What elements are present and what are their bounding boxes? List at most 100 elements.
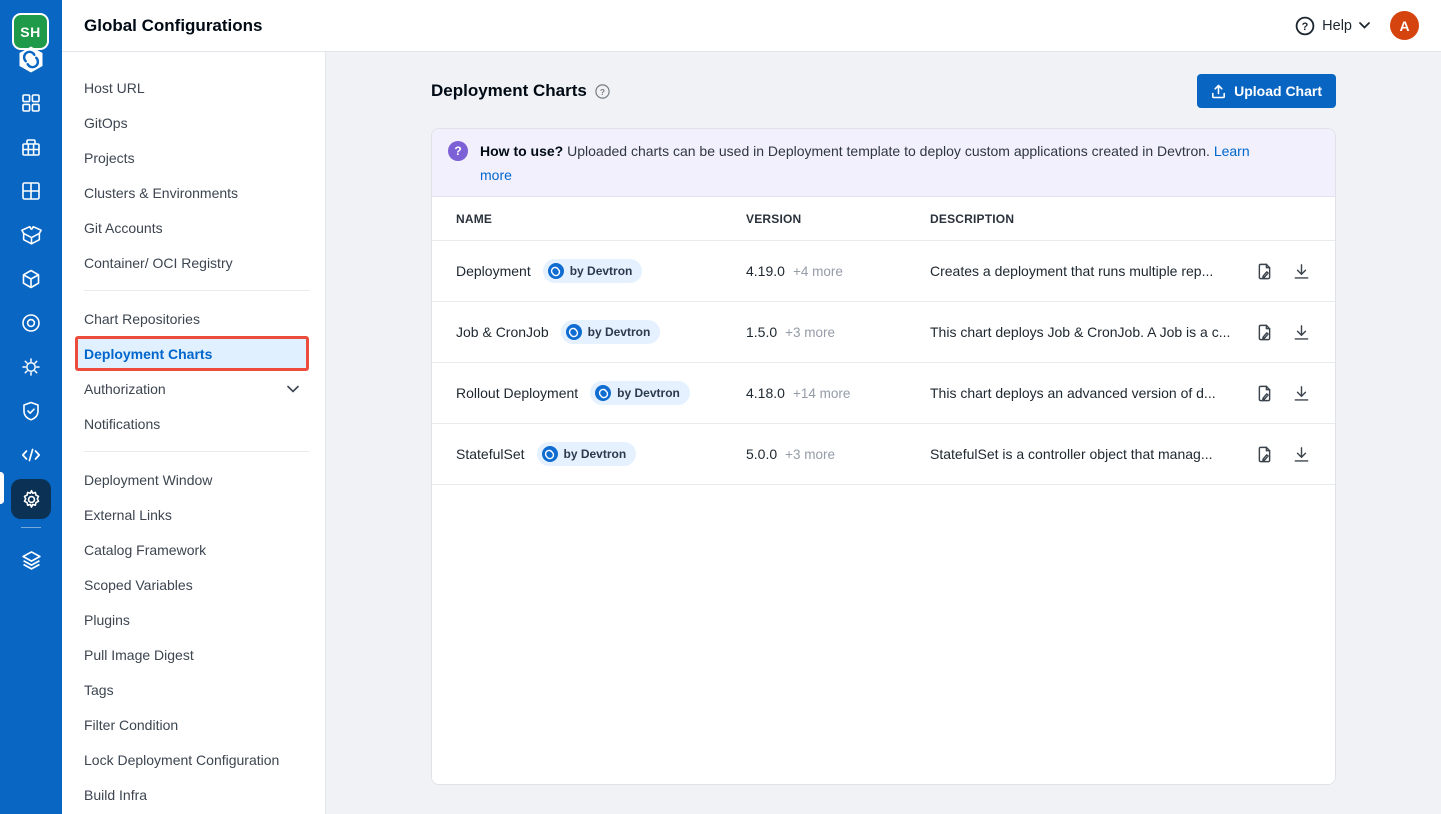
rail-nav	[11, 83, 51, 584]
download-icon[interactable]	[1292, 323, 1311, 342]
app-window: SH Global Configurations ? Help A Host U…	[0, 0, 1441, 814]
global-configurations-icon[interactable]	[11, 479, 51, 519]
sidebar-item-label: Catalog Framework	[84, 541, 207, 558]
devtron-badge-icon	[541, 446, 558, 462]
table-header: NAME VERSION DESCRIPTION	[432, 197, 1335, 241]
chart-version: 1.5.0	[746, 324, 778, 340]
edit-values-icon[interactable]	[1255, 323, 1274, 342]
sidebar-item-container-oci-registry[interactable]: Container/ OCI Registry	[62, 245, 325, 280]
code-icon[interactable]	[11, 435, 51, 475]
sidebar-item-deployment-charts[interactable]: Deployment Charts	[75, 336, 309, 371]
chart-name: StatefulSet	[456, 446, 525, 462]
card-filler	[432, 485, 1335, 784]
org-logo[interactable]: SH	[11, 13, 51, 79]
sidebar-item-projects[interactable]: Projects	[62, 140, 325, 175]
avatar[interactable]: A	[1390, 11, 1419, 40]
bullseye-icon[interactable]	[11, 303, 51, 343]
devtron-logo-icon	[19, 46, 43, 73]
sidebar-item-filter-condition[interactable]: Filter Condition	[62, 707, 325, 742]
devtron-badge-icon	[565, 324, 582, 340]
sidebar-item-pull-image-digest[interactable]: Pull Image Digest	[62, 637, 325, 672]
sidebar-item-scoped-variables[interactable]: Scoped Variables	[62, 567, 325, 602]
sidebar-item-label: Container/ OCI Registry	[84, 254, 233, 271]
resource-browser-icon[interactable]	[11, 259, 51, 299]
banner-bold: How to use?	[480, 143, 564, 159]
col-name: NAME	[456, 211, 493, 226]
sidebar-item-deployment-window[interactable]: Deployment Window	[62, 462, 325, 497]
sidebar-item-label: Projects	[84, 149, 135, 166]
upload-chart-button[interactable]: Upload Chart	[1197, 74, 1336, 108]
sidebar-item-plugins[interactable]: Plugins	[62, 602, 325, 637]
badge-label: by Devtron	[587, 325, 651, 339]
applications-icon[interactable]	[11, 83, 51, 123]
sidebar-item-gitops[interactable]: GitOps	[62, 105, 325, 140]
chart-table-body: Deployment by Devtron 4.19.0 +4 more Cre…	[432, 241, 1335, 485]
icon-rail: SH	[0, 0, 62, 814]
rail-edge-indicator	[0, 472, 4, 504]
download-icon[interactable]	[1292, 262, 1311, 281]
sidebar-item-clusters-environments[interactable]: Clusters & Environments	[62, 175, 325, 210]
download-icon[interactable]	[1292, 445, 1311, 464]
badge-label: by Devtron	[563, 447, 627, 461]
how-to-use-banner: ? How to use? Uploaded charts can be use…	[432, 129, 1335, 197]
sidebar-item-label: Deployment Charts	[84, 345, 213, 362]
section-help-icon[interactable]: ?	[595, 83, 610, 99]
sidebar-item-label: Scoped Variables	[84, 576, 193, 593]
chart-name: Rollout Deployment	[456, 385, 579, 401]
sidebar-item-label: Lock Deployment Configuration	[84, 751, 280, 768]
sidebar-divider	[84, 451, 309, 452]
main-content: Deployment Charts ? Upload Chart ? How t…	[326, 52, 1441, 814]
chart-name: Deployment	[456, 263, 531, 279]
sidebar-item-host-url[interactable]: Host URL	[62, 70, 325, 105]
edit-values-icon[interactable]	[1255, 262, 1274, 281]
rail-divider	[21, 527, 41, 528]
sidebar-item-build-infra[interactable]: Build Infra	[62, 777, 325, 812]
sidebar-item-label: GitOps	[84, 114, 128, 131]
col-version: VERSION	[746, 211, 802, 226]
table-row: Rollout Deployment by Devtron 4.18.0 +14…	[432, 363, 1335, 424]
sidebar-item-external-links[interactable]: External Links	[62, 497, 325, 532]
badge-label: by Devtron	[617, 386, 680, 400]
table-row: Job & CronJob by Devtron 1.5.0 +3 more T…	[432, 302, 1335, 363]
chevron-down-icon	[1359, 22, 1370, 29]
by-devtron-badge: by Devtron	[560, 320, 661, 344]
chart-version: 4.19.0	[746, 263, 785, 279]
cluster-icon[interactable]	[11, 347, 51, 387]
top-header: Global Configurations ? Help A	[62, 0, 1441, 52]
sidebar-item-label: Chart Repositories	[84, 310, 200, 327]
security-shield-icon[interactable]	[11, 391, 51, 431]
application-groups-icon[interactable]	[11, 171, 51, 211]
sidebar-item-notifications[interactable]: Notifications	[62, 406, 325, 441]
charts-card: ? How to use? Uploaded charts can be use…	[431, 128, 1336, 785]
sidebar-item-chart-repositories[interactable]: Chart Repositories	[62, 301, 325, 336]
help-menu[interactable]: ? Help	[1295, 16, 1370, 36]
edit-values-icon[interactable]	[1255, 445, 1274, 464]
chart-version: 4.18.0	[746, 385, 785, 401]
question-badge-icon: ?	[448, 141, 468, 161]
chart-name: Job & CronJob	[456, 324, 549, 340]
download-icon[interactable]	[1292, 384, 1311, 403]
sidebar-item-label: External Links	[84, 506, 172, 523]
sidebar-item-catalog-framework[interactable]: Catalog Framework	[62, 532, 325, 567]
jobs-icon[interactable]	[11, 127, 51, 167]
chart-store-icon[interactable]	[11, 215, 51, 255]
help-label: Help	[1322, 17, 1352, 34]
more-versions: +4 more	[792, 264, 843, 279]
edit-values-icon[interactable]	[1255, 384, 1274, 403]
sidebar-item-label: Tags	[84, 681, 114, 698]
sidebar-item-label: Git Accounts	[84, 219, 163, 236]
chart-description: Creates a deployment that runs multiple …	[930, 263, 1214, 279]
sidebar: Host URL GitOps Projects Clusters & Environ…	[62, 52, 326, 814]
upload-chart-label: Upload Chart	[1234, 83, 1322, 99]
sidebar-item-label: Clusters & Environments	[84, 184, 239, 201]
sidebar-item-git-accounts[interactable]: Git Accounts	[62, 210, 325, 245]
sidebar-item-tags[interactable]: Tags	[62, 672, 325, 707]
stack-icon[interactable]	[11, 540, 51, 580]
sidebar-item-label: Authorization	[84, 380, 166, 397]
sidebar-item-label: Pull Image Digest	[84, 646, 194, 663]
help-icon: ?	[1295, 16, 1315, 35]
sidebar-item-authorization[interactable]: Authorization	[62, 371, 325, 406]
banner-text: Uploaded charts can be used in Deploymen…	[567, 143, 1210, 159]
sidebar-item-lock-deployment-configuration[interactable]: Lock Deployment Configuration	[62, 742, 325, 777]
sidebar-item-label: Deployment Window	[84, 471, 213, 488]
